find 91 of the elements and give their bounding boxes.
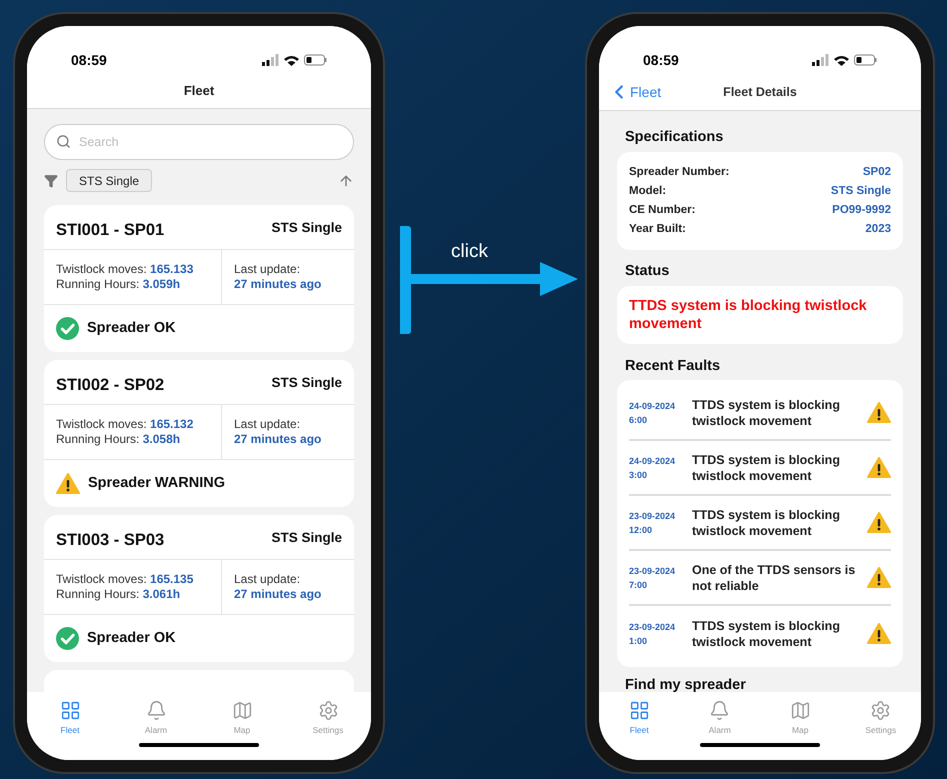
fault-text: One of the TTDS sensors is not reliable [692, 562, 856, 594]
running-hours: Running Hours: 3.061h [56, 587, 182, 602]
fault-date: 23-09-2024 [629, 510, 676, 523]
spreader-status: Spreader OK [87, 628, 176, 648]
running-hours: Running Hours: 3.059h [56, 277, 182, 292]
map-icon [232, 700, 252, 721]
tab-item[interactable]: Fleet [609, 700, 670, 737]
spreader-card[interactable]: STI003 - SP03 STS Single Twistlock moves: 165.135 Running Hours: 3.061h Last update: 27 minutes ago Spreader OK [44, 515, 354, 662]
spec-label: CE Number: [629, 202, 696, 218]
warning-icon [867, 402, 891, 424]
running-hours: Running Hours: 3.058h [56, 432, 182, 447]
spreader-model: STS Single [271, 374, 342, 392]
warning-icon [56, 473, 80, 494]
gear-icon [318, 700, 338, 721]
fault-time: 12:00 [629, 524, 654, 537]
fault-time: 7:00 [629, 578, 648, 592]
spreader-model: STS Single [271, 219, 342, 237]
fault-row[interactable]: 24-09-2024 3:00 TTDS system is blocking twistlock movement [629, 441, 891, 496]
search-field[interactable]: Search [44, 124, 354, 160]
fault-row[interactable]: 23-09-2024 1:00 TTDS system is blocking twistlock movement [629, 606, 891, 662]
spec-value: SP02 [862, 164, 891, 180]
spreader-name: STI003 - SP03 [56, 530, 164, 551]
fault-text: TTDS system is blocking twistlock movement [692, 452, 841, 484]
spec-value: PO99-9992 [832, 202, 891, 218]
spec-label: Spreader Number: [629, 164, 730, 180]
spreader-card[interactable]: STI001 - SP01 STS Single Twistlock moves: 165.133 Running Hours: 3.059h Last update: 27 minutes ago Spreader OK [44, 205, 354, 352]
fault-text: TTDS system is blocking twistlock movement [692, 396, 841, 429]
twistlock-moves: Twistlock moves: 165.135 [56, 572, 194, 587]
tab-item[interactable]: Fleet [40, 700, 100, 737]
spec-label: Model: [629, 184, 666, 199]
signal-icon [812, 54, 829, 66]
battery-icon [854, 54, 877, 66]
grid-icon [60, 700, 80, 721]
spreader-status: Spreader OK [87, 318, 176, 338]
last-update-value: 27 minutes ago [234, 432, 322, 447]
fault-row[interactable]: 24-09-2024 6:00 TTDS system is blocking twistlock movement [629, 386, 891, 442]
screen-title: Fleet Details [723, 84, 797, 101]
spreader-card[interactable]: STI002 - SP02 STS Single Twistlock moves: 165.132 Running Hours: 3.058h Last update: 27 minutes ago Spreader WARNING [44, 360, 354, 507]
warning-icon [867, 567, 891, 588]
spreader-name: STI002 - SP02 [56, 375, 164, 396]
bell-icon [146, 700, 166, 721]
warning-icon [867, 457, 891, 478]
wifi-icon [284, 54, 299, 66]
spreader-model: STS Single [271, 529, 342, 547]
fault-text: TTDS system is blocking twistlock movement [692, 506, 841, 539]
gear-icon [870, 700, 892, 721]
search-icon [56, 134, 71, 149]
section-heading: Specifications [624, 128, 724, 147]
fault-time: 3:00 [629, 468, 648, 482]
signal-icon [262, 54, 279, 66]
check-circle-icon [56, 627, 79, 650]
last-update-value: 27 minutes ago [234, 277, 322, 292]
fault-date: 23-09-2024 [629, 620, 676, 634]
fault-date: 23-09-2024 [629, 564, 676, 578]
bell-icon [709, 700, 730, 721]
fault-time: 6:00 [629, 414, 648, 427]
last-update-value: 27 minutes ago [234, 587, 322, 602]
twistlock-moves: Twistlock moves: 165.133 [56, 262, 194, 277]
spec-value: STS Single [830, 184, 891, 199]
fault-date: 24-09-2024 [629, 454, 676, 468]
grid-icon [628, 700, 650, 721]
section-heading: Recent Faults [624, 356, 722, 376]
fault-text: TTDS system is blocking twistlock movement [692, 618, 841, 650]
filter-chip[interactable]: STS Single [66, 169, 152, 192]
warning-icon [867, 623, 891, 644]
last-update-label: Last update: [234, 572, 302, 587]
fault-time: 1:00 [629, 634, 648, 648]
battery-icon [304, 54, 327, 66]
filter-icon[interactable] [44, 174, 58, 188]
spreader-name: STI001 - SP01 [56, 220, 164, 241]
fault-row[interactable]: 23-09-2024 12:00 TTDS system is blocking twistlock movement [629, 496, 891, 552]
spec-value: 2023 [865, 222, 891, 237]
click-label: click [451, 240, 488, 264]
fault-row[interactable]: 23-09-2024 7:00 One of the TTDS sensors is not reliable [629, 551, 891, 606]
last-update-label: Last update: [234, 262, 302, 277]
section-heading: Status [624, 262, 670, 281]
status-time: 08:59 [71, 50, 107, 70]
back-button[interactable]: Fleet [599, 81, 662, 103]
map-icon [790, 700, 811, 721]
check-circle-icon [56, 317, 79, 340]
spec-label: Year Built: [629, 222, 686, 237]
screen-title: Fleet [184, 82, 214, 100]
twistlock-moves: Twistlock moves: 165.132 [56, 417, 194, 432]
last-update-label: Last update: [234, 417, 302, 432]
status-message: TTDS system is blocking twistlock movement [629, 296, 868, 332]
spreader-status: Spreader WARNING [88, 474, 225, 493]
status-time: 08:59 [643, 50, 679, 70]
wifi-icon [834, 54, 849, 66]
fault-date: 24-09-2024 [629, 400, 676, 413]
warning-icon [867, 512, 891, 534]
section-heading: Find my spreader [624, 676, 747, 692]
